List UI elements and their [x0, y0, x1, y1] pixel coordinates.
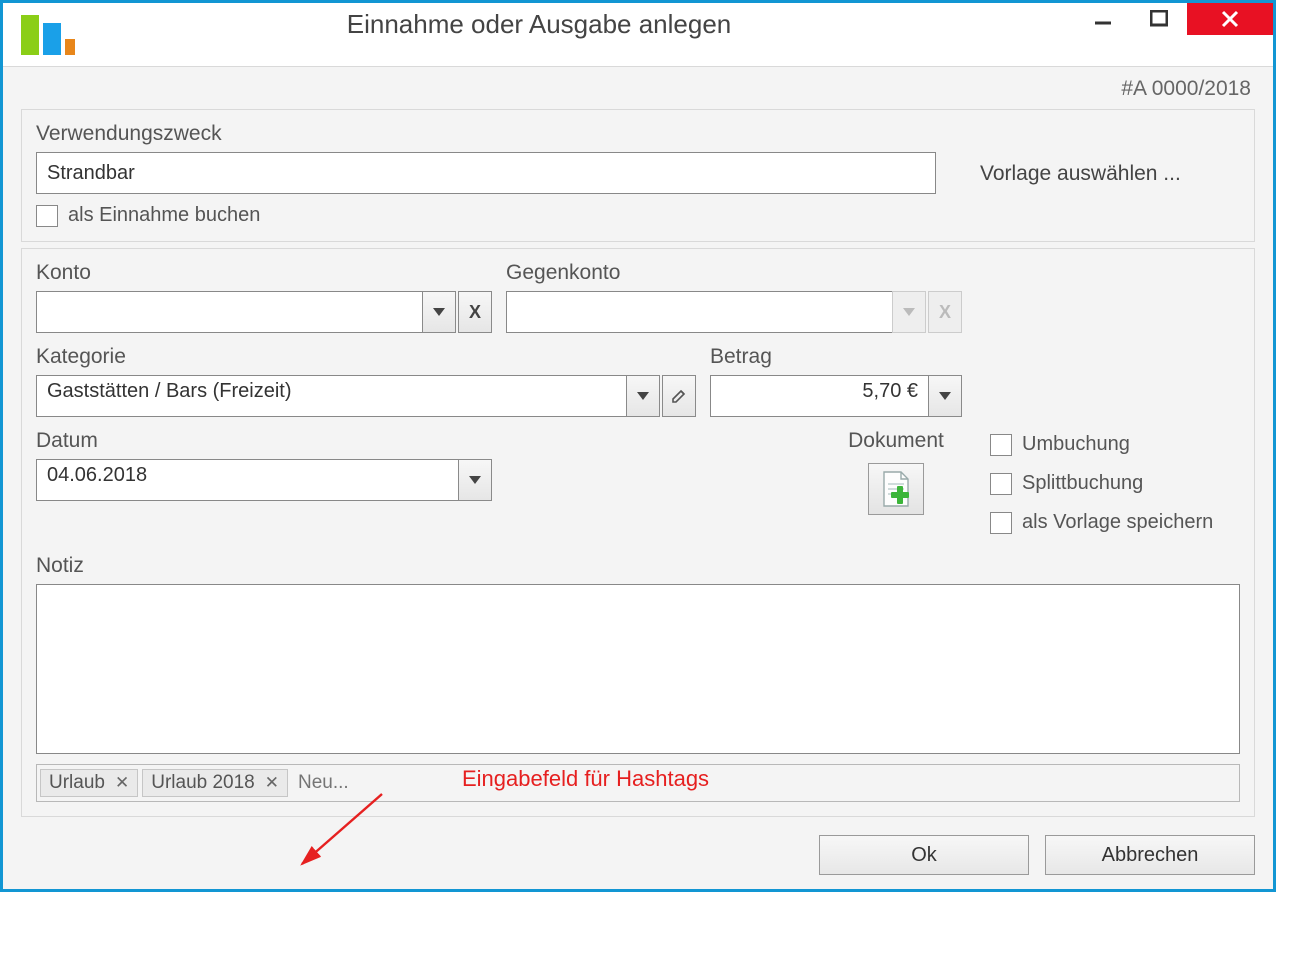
category-edit-button[interactable] — [662, 375, 696, 417]
counter-account-label: Gegenkonto — [506, 261, 962, 285]
dialog-buttons: Ok Abbrechen — [21, 823, 1255, 875]
category-combo[interactable]: Gaststätten / Bars (Freizeit) — [36, 375, 696, 417]
close-button[interactable] — [1187, 3, 1273, 35]
account-clear-button[interactable]: X — [458, 291, 492, 333]
save-template-checkbox[interactable]: als Vorlage speichern — [990, 511, 1240, 534]
transfer-checkbox[interactable]: Umbuchung — [990, 433, 1240, 456]
add-document-button[interactable] — [868, 463, 924, 515]
checkbox-box — [36, 205, 58, 227]
transfer-label: Umbuchung — [1022, 433, 1130, 456]
notes-label: Notiz — [36, 554, 1240, 578]
category-dropdown-button[interactable] — [626, 375, 660, 417]
book-as-income-checkbox[interactable]: als Einnahme buchen — [36, 204, 1240, 227]
split-checkbox[interactable]: Splittbuchung — [990, 472, 1240, 495]
account-label: Konto — [36, 261, 492, 285]
tag-input[interactable] — [292, 768, 1236, 798]
split-label: Splittbuchung — [1022, 472, 1143, 495]
counter-account-clear-button: X — [928, 291, 962, 333]
amount-label: Betrag — [710, 345, 962, 369]
window-buttons — [1075, 3, 1273, 35]
counter-account-dropdown-button — [892, 291, 926, 333]
document-id: #A 0000/2018 — [21, 67, 1255, 109]
tag-label: Urlaub — [49, 772, 105, 794]
details-section: Konto X Gegenkonto X — [21, 248, 1255, 817]
date-dropdown-button[interactable] — [458, 459, 492, 501]
purpose-input[interactable] — [36, 152, 936, 194]
date-combo[interactable]: 04.06.2018 — [36, 459, 492, 501]
select-template-link[interactable]: Vorlage auswählen ... — [950, 162, 1191, 194]
account-input[interactable] — [36, 291, 422, 333]
dialog-window: Einnahme oder Ausgabe anlegen #A 0000/20… — [0, 0, 1276, 892]
ok-button[interactable]: Ok — [819, 835, 1029, 875]
tag-chip: Urlaub 2018 ✕ — [142, 769, 288, 797]
tag-label: Urlaub 2018 — [151, 772, 255, 794]
dialog-body: #A 0000/2018 Verwendungszweck Vorlage au… — [3, 67, 1273, 889]
title-bar: Einnahme oder Ausgabe anlegen — [3, 3, 1273, 67]
category-label: Kategorie — [36, 345, 696, 369]
counter-account-input — [506, 291, 892, 333]
account-combo[interactable]: X — [36, 291, 492, 333]
hashtag-bar[interactable]: Urlaub ✕ Urlaub 2018 ✕ — [36, 764, 1240, 802]
date-label: Datum — [36, 429, 492, 453]
counter-account-combo: X — [506, 291, 962, 333]
purpose-section: Verwendungszweck Vorlage auswählen ... a… — [21, 109, 1255, 242]
purpose-label: Verwendungszweck — [36, 122, 1240, 146]
maximize-button[interactable] — [1131, 3, 1187, 35]
tag-remove-icon[interactable]: ✕ — [265, 773, 279, 793]
amount-dropdown-button[interactable] — [928, 375, 962, 417]
account-dropdown-button[interactable] — [422, 291, 456, 333]
book-as-income-label: als Einnahme buchen — [68, 204, 260, 227]
tag-chip: Urlaub ✕ — [40, 769, 138, 797]
date-input[interactable]: 04.06.2018 — [36, 459, 458, 501]
tag-remove-icon[interactable]: ✕ — [115, 773, 129, 793]
window-title: Einnahme oder Ausgabe anlegen — [3, 3, 1075, 40]
document-label: Dokument — [848, 429, 944, 453]
save-template-label: als Vorlage speichern — [1022, 511, 1213, 534]
app-icon — [15, 11, 75, 59]
options-column: Umbuchung Splittbuchung als Vorlage spei… — [970, 425, 1240, 542]
amount-input[interactable]: 5,70 € — [710, 375, 928, 417]
cancel-button[interactable]: Abbrechen — [1045, 835, 1255, 875]
notes-textarea[interactable] — [36, 584, 1240, 754]
category-input[interactable]: Gaststätten / Bars (Freizeit) — [36, 375, 626, 417]
amount-combo[interactable]: 5,70 € — [710, 375, 962, 417]
minimize-button[interactable] — [1075, 3, 1131, 35]
